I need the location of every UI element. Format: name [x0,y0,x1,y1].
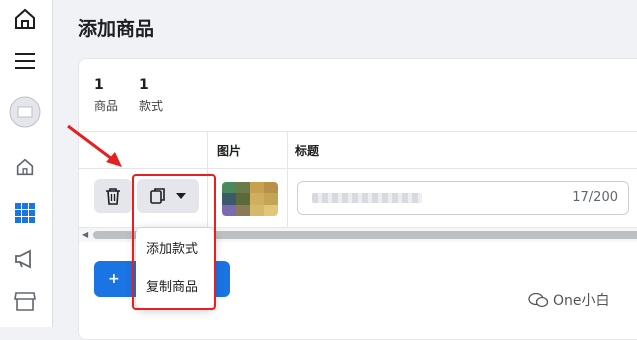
product-count-label: 商品 [94,99,119,113]
variant-count: 1 [139,77,149,93]
product-count: 1 [94,77,104,93]
add-button-label: + [108,271,120,287]
grid-icon[interactable] [12,200,38,226]
scroll-left-icon[interactable]: ◀ [82,230,88,239]
wechat-icon [528,292,549,308]
table-header: 图片 标题 [79,131,637,169]
product-thumbnail[interactable] [222,182,278,216]
storefront-icon[interactable] [12,288,38,314]
home-icon[interactable] [12,6,38,32]
shop-avatar[interactable] [9,96,41,128]
page-title: 添加商品 [78,18,155,40]
title-char-counter: 17/200 [572,190,618,205]
watermark-text: One小白 [553,293,610,309]
delete-button[interactable] [94,179,132,213]
title-input[interactable]: 17/200 [297,181,629,215]
highlight-box [132,174,216,310]
watermark: One小白 [527,290,610,310]
menu-icon[interactable] [12,48,38,74]
variant-count-label: 款式 [139,99,164,113]
trash-icon [106,188,120,205]
column-header-image: 图片 [217,144,242,158]
megaphone-icon[interactable] [12,246,38,272]
title-input-text [312,193,422,203]
annotation-arrow [67,124,122,167]
column-divider [287,131,288,237]
left-sidebar [0,0,53,327]
column-header-title: 标题 [295,144,320,158]
home-outline-icon[interactable] [12,154,38,180]
